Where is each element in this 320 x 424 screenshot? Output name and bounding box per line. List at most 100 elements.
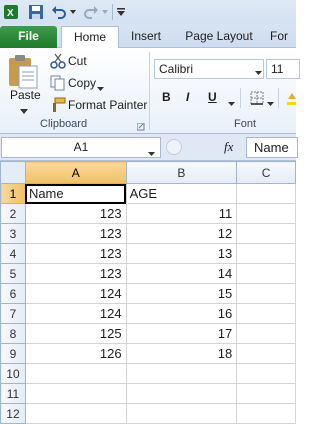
cell-a[interactable]: 123	[24, 203, 127, 224]
row-header[interactable]: 6	[0, 283, 26, 304]
borders-icon[interactable]	[250, 91, 264, 108]
undo-icon[interactable]	[50, 3, 68, 21]
cell-b[interactable]: 11	[125, 203, 238, 224]
row-header[interactable]: 9	[0, 343, 26, 364]
font-name-dropdown-icon[interactable]	[255, 65, 262, 79]
table-row: 11	[0, 383, 296, 404]
sheet-table: A B C 1 Name AGE 2 123 11 3 123 12 4 123 13 5 123 14 6 1…	[0, 161, 296, 424]
excel-icon[interactable]: X	[2, 3, 20, 21]
italic-button[interactable]: I	[186, 90, 189, 108]
cell-b[interactable]: 15	[125, 283, 238, 304]
format-painter-icon[interactable]	[50, 97, 66, 113]
tab-formulas[interactable]: For	[270, 26, 300, 48]
clipboard-launcher-icon[interactable]	[136, 120, 145, 134]
font-name-field[interactable]: Calibri	[154, 59, 264, 79]
cell-a[interactable]	[24, 383, 127, 404]
copy-dropdown-icon[interactable]	[97, 81, 104, 95]
tab-page-layout[interactable]: Page Layout	[180, 26, 258, 48]
cell-b[interactable]: 16	[125, 303, 238, 324]
customize-icon[interactable]	[115, 3, 127, 21]
select-all-corner[interactable]	[0, 161, 26, 184]
cell-c[interactable]	[236, 323, 296, 344]
cell-a[interactable]: 125	[24, 323, 127, 344]
name-box-dropdown-icon[interactable]	[148, 146, 155, 160]
cell-b[interactable]: AGE	[125, 183, 238, 204]
column-header-a[interactable]: A	[24, 161, 127, 184]
row-header[interactable]: 7	[0, 303, 26, 324]
quick-access-toolbar: X	[0, 0, 296, 24]
insert-function-button[interactable]: fx	[224, 139, 233, 155]
cell-a[interactable]: Name	[24, 183, 127, 204]
row-header[interactable]: 3	[0, 223, 26, 244]
paste-button[interactable]: Paste	[10, 88, 41, 102]
cell-b[interactable]	[125, 403, 238, 424]
formula-bar: A1 fx Name	[0, 134, 298, 161]
cell-b[interactable]: 17	[125, 323, 238, 344]
group-separator	[149, 52, 150, 130]
column-header-c[interactable]: C	[236, 161, 296, 184]
cell-b[interactable]: 14	[125, 263, 238, 284]
copy-button[interactable]: Copy	[68, 76, 96, 90]
formula-bar-grip[interactable]	[166, 139, 182, 155]
table-row: 1 Name AGE	[0, 183, 296, 204]
cell-c[interactable]	[236, 183, 296, 204]
cell-c[interactable]	[236, 203, 296, 224]
cell-b[interactable]: 13	[125, 243, 238, 264]
copy-icon[interactable]	[50, 75, 66, 91]
fill-color-icon[interactable]	[287, 91, 296, 108]
undo-dropdown-icon[interactable]	[68, 3, 78, 21]
cell-b[interactable]	[125, 383, 238, 404]
cell-a[interactable]: 123	[24, 223, 127, 244]
cell-c[interactable]	[236, 243, 296, 264]
row-header[interactable]: 1	[0, 183, 26, 204]
underline-button[interactable]: U	[208, 90, 217, 108]
formula-input[interactable]: Name	[246, 137, 298, 158]
cell-a[interactable]: 123	[24, 243, 127, 264]
cut-button[interactable]: Cut	[68, 54, 87, 68]
redo-dropdown-icon[interactable]	[100, 3, 110, 21]
cell-c[interactable]	[236, 263, 296, 284]
row-header[interactable]: 8	[0, 323, 26, 344]
cell-b[interactable]: 12	[125, 223, 238, 244]
row-header[interactable]: 4	[0, 243, 26, 264]
cell-a[interactable]: 124	[24, 303, 127, 324]
cell-a[interactable]	[24, 363, 127, 384]
name-box[interactable]: A1	[1, 137, 161, 158]
cell-c[interactable]	[236, 363, 296, 384]
tab-insert[interactable]: Insert	[124, 26, 168, 48]
paste-icon[interactable]	[6, 54, 40, 90]
borders-dropdown-icon[interactable]	[267, 96, 274, 110]
bold-button[interactable]: B	[162, 90, 171, 108]
row-header[interactable]: 2	[0, 203, 26, 224]
font-size-field[interactable]: 11	[266, 59, 300, 79]
row-header[interactable]: 11	[0, 383, 26, 404]
column-header-b[interactable]: B	[125, 161, 238, 184]
cell-c[interactable]	[236, 343, 296, 364]
cell-a[interactable]: 123	[24, 263, 127, 284]
redo-icon[interactable]	[82, 3, 100, 21]
cell-c[interactable]	[236, 283, 296, 304]
cell-a[interactable]: 126	[24, 343, 127, 364]
underline-dropdown-icon[interactable]	[228, 96, 235, 110]
cell-c[interactable]	[236, 223, 296, 244]
toolbar-divider	[112, 4, 113, 20]
paste-dropdown-icon[interactable]	[20, 104, 28, 118]
cell-a[interactable]: 124	[24, 283, 127, 304]
worksheet-grid[interactable]: A B C 1 Name AGE 2 123 11 3 123 12 4 123 13 5 123 14 6 1…	[0, 161, 296, 424]
ribbon-tabs: File Home Insert Page Layout For	[0, 24, 296, 49]
cell-c[interactable]	[236, 303, 296, 324]
cell-b[interactable]: 18	[125, 343, 238, 364]
tab-home[interactable]: Home	[61, 26, 119, 49]
cell-b[interactable]	[125, 363, 238, 384]
format-painter-button[interactable]: Format Painter	[68, 98, 147, 112]
row-header[interactable]: 10	[0, 363, 26, 384]
cell-c[interactable]	[236, 403, 296, 424]
cut-icon[interactable]	[50, 53, 66, 69]
tab-file[interactable]: File	[0, 26, 57, 48]
row-header[interactable]: 12	[0, 403, 26, 424]
cell-c[interactable]	[236, 383, 296, 404]
save-icon[interactable]	[27, 3, 45, 21]
ribbon: Paste Cut Copy Format Painter Clipboard …	[0, 48, 300, 134]
cell-a[interactable]	[24, 403, 127, 424]
row-header[interactable]: 5	[0, 263, 26, 284]
